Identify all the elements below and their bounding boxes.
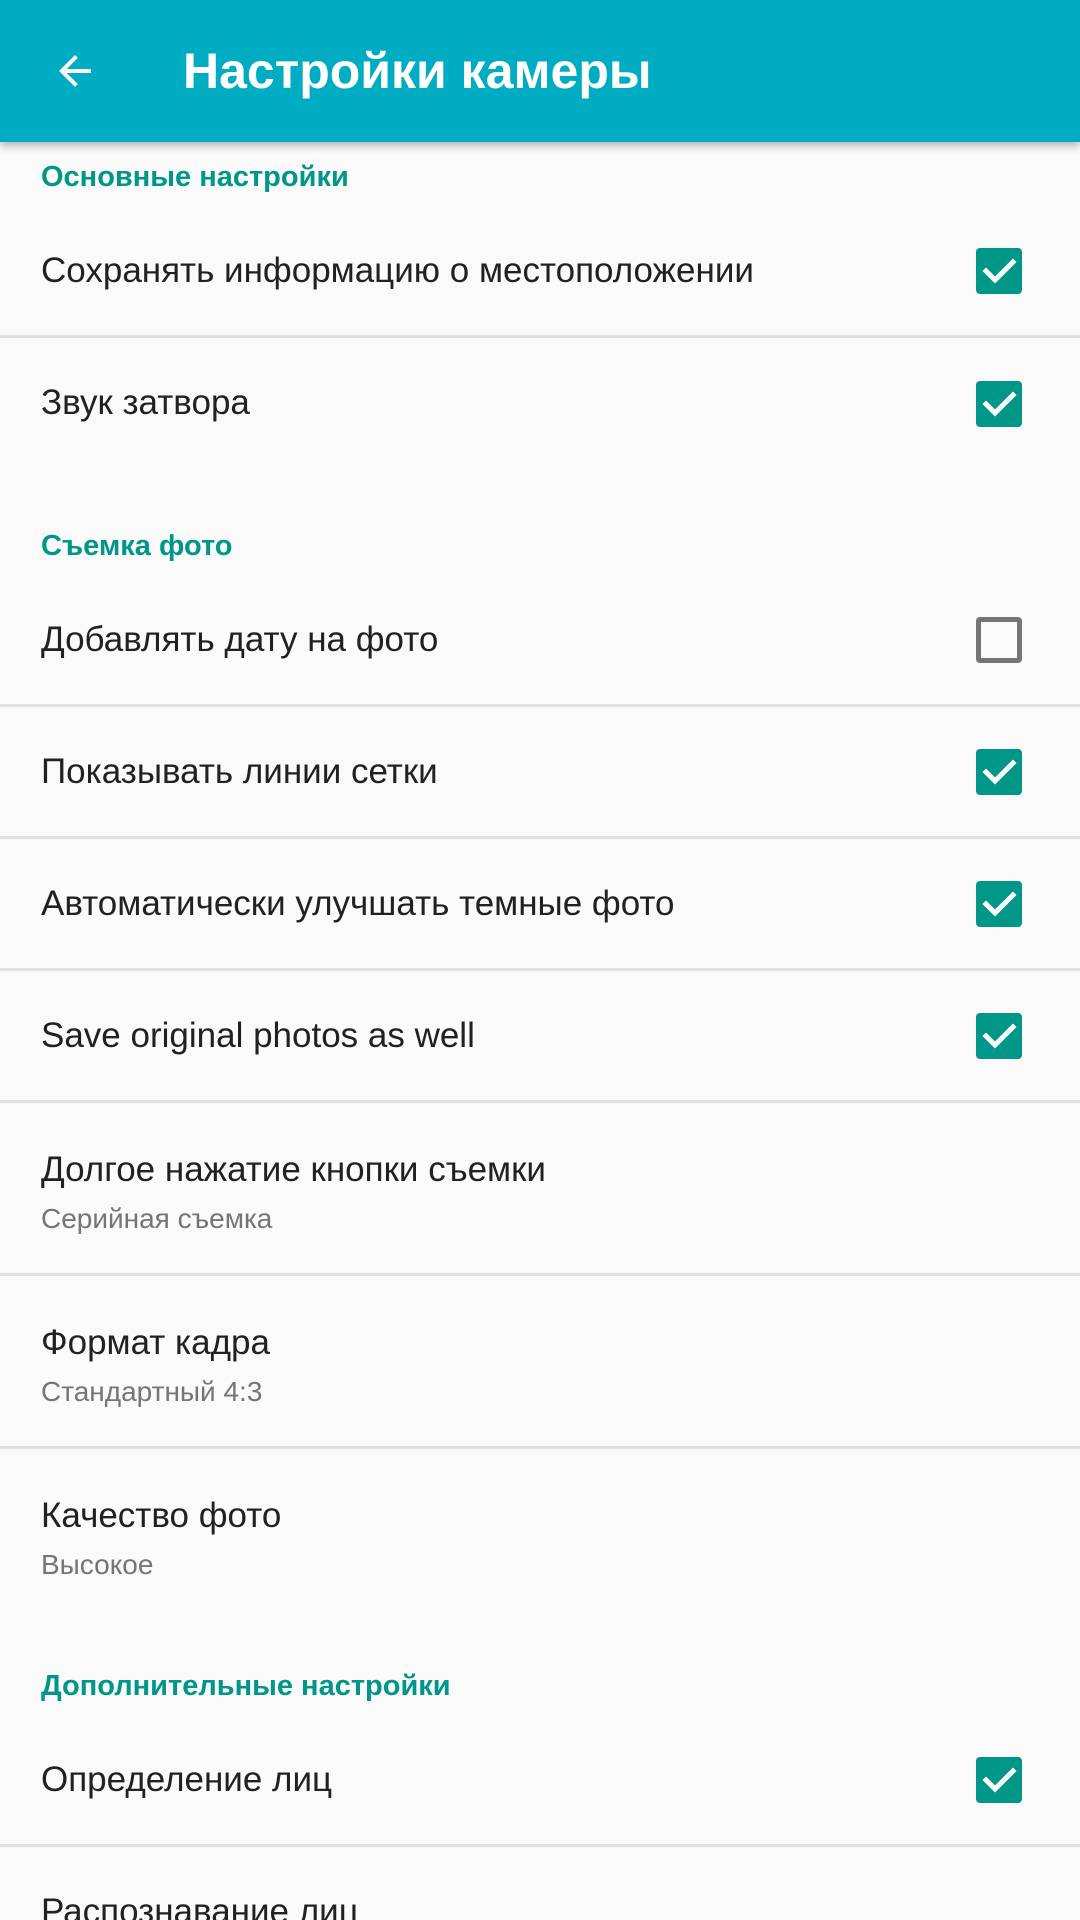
pref-title: Показывать линии сетки	[41, 752, 438, 791]
settings-list: Основные настройки Сохранять информацию …	[0, 142, 1080, 1920]
pref-title: Долгое нажатие кнопки съемки	[41, 1150, 546, 1189]
pref-title: Save original photos as well	[41, 1016, 475, 1055]
pref-auto-enhance[interactable]: Автоматически улучшать темные фото	[0, 839, 1080, 971]
back-button[interactable]	[30, 26, 120, 116]
toolbar-title: Настройки камеры	[183, 43, 652, 99]
pref-frame-format[interactable]: Формат кадра Стандартный 4:3	[0, 1276, 1080, 1449]
pref-summary: Стандартный 4:3	[41, 1376, 263, 1407]
pref-title: Качество фото	[41, 1496, 282, 1535]
camera-settings-screen: Настройки камеры Основные настройки Сохр…	[0, 0, 1080, 1920]
check-icon	[982, 1022, 1017, 1049]
category-header-basic: Основные настройки	[0, 142, 1080, 206]
pref-face-recognition[interactable]: Распознавание лиц	[0, 1847, 1080, 1920]
category-title: Основные настройки	[41, 161, 349, 193]
pref-face-detection[interactable]: Определение лиц	[0, 1715, 1080, 1847]
checkbox-checked[interactable]	[976, 247, 1022, 294]
arrow-back-icon	[59, 55, 91, 87]
category-title: Съемка фото	[41, 530, 233, 562]
category-header-advanced: Дополнительные настройки	[0, 1622, 1080, 1715]
pref-photo-quality[interactable]: Качество фото Высокое	[0, 1449, 1080, 1622]
pref-grid-lines[interactable]: Показывать линии сетки	[0, 707, 1080, 839]
pref-add-date[interactable]: Добавлять дату на фото	[0, 575, 1080, 707]
pref-shutter-sound[interactable]: Звук затвора	[0, 338, 1080, 470]
app-toolbar: Настройки камеры	[0, 0, 1080, 142]
check-icon	[982, 758, 1017, 785]
checkbox-unchecked[interactable]	[976, 616, 1022, 663]
checkbox-checked[interactable]	[976, 381, 1022, 427]
pref-summary: Серийная съемка	[41, 1203, 273, 1234]
check-icon	[982, 257, 1017, 284]
checkbox-checked[interactable]	[976, 1756, 1022, 1803]
check-icon	[982, 391, 1017, 417]
checkbox-checked[interactable]	[976, 748, 1022, 795]
checkbox-checked[interactable]	[976, 1012, 1022, 1059]
check-icon	[982, 1766, 1017, 1793]
category-header-photo: Съемка фото	[0, 470, 1080, 575]
pref-title: Определение лиц	[41, 1760, 333, 1799]
checkbox-checked[interactable]	[976, 880, 1022, 927]
pref-title: Сохранять информацию о местоположении	[41, 251, 754, 290]
pref-save-original[interactable]: Save original photos as well	[0, 971, 1080, 1103]
check-icon	[982, 890, 1017, 917]
category-title: Дополнительные настройки	[41, 1670, 451, 1702]
pref-save-location[interactable]: Сохранять информацию о местоположении	[0, 206, 1080, 338]
pref-title: Звук затвора	[41, 383, 250, 422]
pref-title: Распознавание лиц	[41, 1892, 359, 1920]
pref-summary: Высокое	[41, 1549, 154, 1580]
pref-title: Формат кадра	[41, 1323, 270, 1362]
pref-title: Автоматически улучшать темные фото	[41, 884, 675, 923]
pref-title: Добавлять дату на фото	[41, 620, 439, 659]
pref-long-press-shutter[interactable]: Долгое нажатие кнопки съемки Серийная съ…	[0, 1103, 1080, 1276]
